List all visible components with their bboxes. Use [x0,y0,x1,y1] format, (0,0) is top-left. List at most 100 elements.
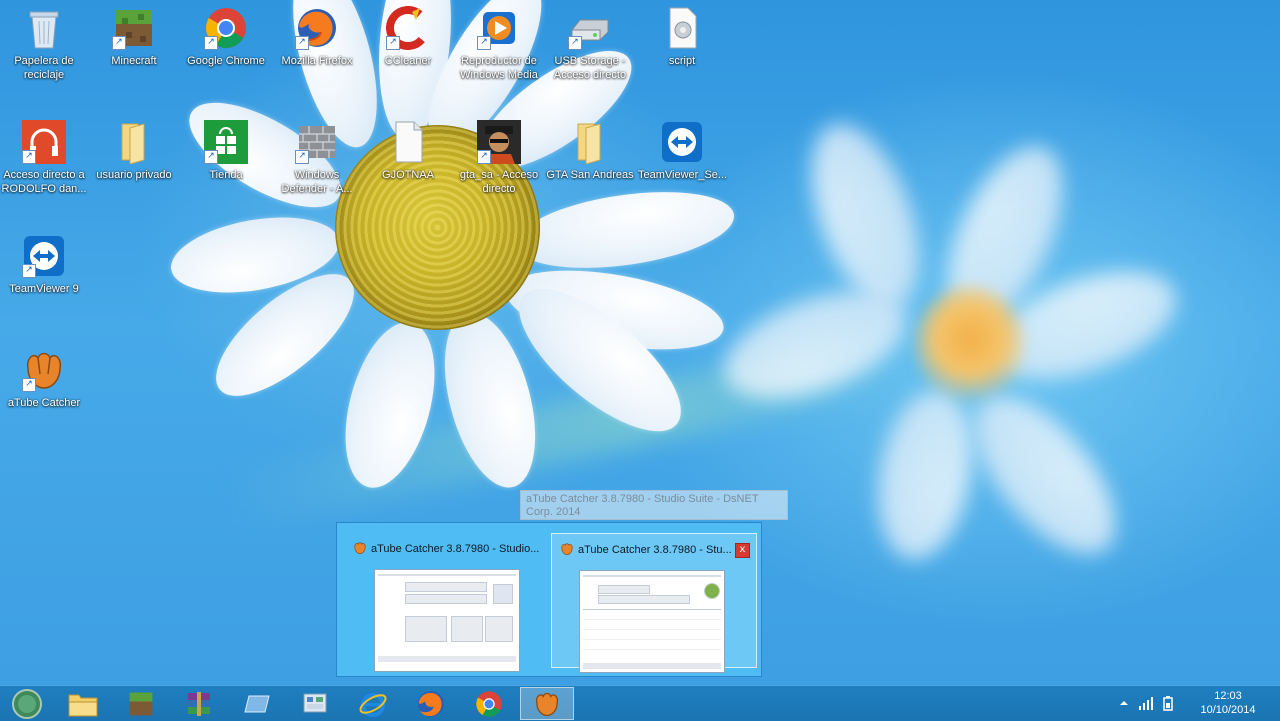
desktop-icon-label: CCleaner [384,55,432,67]
taskbar-chrome[interactable] [462,687,516,720]
desktop-icon-label: Windows Defender - A... [281,169,353,195]
taskbar-internet-explorer[interactable] [346,687,400,720]
desktop-icon-google-chrome[interactable]: ↗ Google Chrome [182,4,270,68]
thumbnail-title-row: aTube Catcher 3.8.7980 - Studio... [353,541,543,557]
shortcut-arrow-icon: ↗ [22,264,36,278]
taskbar-thumbnail-flyout: aTube Catcher 3.8.7980 - Studio... aTube… [336,522,762,677]
start-button[interactable] [0,687,54,720]
desktop-icon-label: Mozilla Firefox [281,55,353,67]
window-thumbnail-2[interactable]: aTube Catcher 3.8.7980 - Stu... x [551,533,757,673]
desktop-icon-label: Google Chrome [187,55,265,67]
taskbar: 12:03 10/10/2014 [0,685,1280,721]
preview-field [405,594,487,604]
desktop-icon-teamviewer-setup[interactable]: TeamViewer_Se... [638,118,728,182]
network-signal-icon[interactable] [1138,695,1154,711]
firefox-icon [418,690,444,717]
app-window-icon [244,695,270,712]
wallpaper-petal [865,383,985,567]
preview-statusbar [583,663,721,669]
desktop-icon-windows-media-player[interactable]: ↗ Reproductor de Windows Media [455,4,543,82]
shortcut-arrow-icon: ↗ [568,36,582,50]
taskbar-winrar[interactable] [172,687,226,720]
teamviewer-icon [662,122,702,162]
preview-group [485,616,513,642]
preview-menubar [378,574,516,576]
desktop-icon-label: GJOTNAA [382,169,434,181]
window-preview [374,569,520,672]
window-title-tooltip: aTube Catcher 3.8.7980 - Studio Suite - … [520,490,788,520]
desktop-icon-teamviewer-9[interactable]: ↗ TeamViewer 9 [0,232,88,296]
internet-explorer-icon [359,692,387,717]
desktop-icon-usuario-privado[interactable]: usuario privado [90,118,178,182]
preview-table-header [583,609,721,610]
shortcut-arrow-icon: ↗ [295,150,309,164]
desktop-icon-gjotnaa[interactable]: GJOTNAA [364,118,452,182]
recycle-bin-icon [29,11,59,49]
desktop-icon-gta-sa-shortcut[interactable]: ↗ gta_sa - Acceso directo [455,118,543,196]
desktop-icon-label: Tienda [209,169,243,181]
wallpaper-petal [790,110,940,320]
system-tray: 12:03 10/10/2014 [1110,686,1280,721]
desktop-icon-atube-catcher[interactable]: ↗ aTube Catcher [0,346,88,410]
shortcut-arrow-icon: ↗ [477,36,491,50]
shortcut-arrow-icon: ↗ [204,36,218,50]
desktop-icon-label: usuario privado [96,169,172,181]
taskbar-file-explorer[interactable] [56,687,110,720]
wallpaper-daisy-center [915,285,1025,405]
desktop-icon-minecraft[interactable]: ↗ Minecraft [90,4,178,68]
preview-table-row [583,629,721,630]
desktop-icon-mozilla-firefox[interactable]: ↗ Mozilla Firefox [273,4,361,68]
shortcut-arrow-icon: ↗ [295,36,309,50]
desktop-icon-rodolfo-shortcut[interactable]: ↗ Acceso directo a RODOLFO dan... [0,118,88,196]
preview-statusbar [378,656,516,662]
preview-field [405,582,487,592]
show-hidden-icons-chevron-icon[interactable] [1116,695,1132,711]
close-thumbnail-button[interactable]: x [735,543,750,558]
desktop-icon-label: GTA San Andreas [546,169,634,181]
desktop-icon-label: TeamViewer 9 [9,283,79,295]
start-button-icon [12,688,42,719]
preview-graphic [493,584,513,604]
desktop-icon-label: Minecraft [111,55,157,67]
minecraft-icon [129,692,153,715]
desktop-icon-tienda[interactable]: ↗ Tienda [182,118,270,182]
preview-graphic [704,583,720,599]
clock-time: 12:03 [1214,690,1242,702]
battery-power-icon[interactable] [1160,695,1176,711]
desktop-icon-gta-san-andreas[interactable]: GTA San Andreas [546,118,634,182]
preview-table-row [583,619,721,620]
preview-field [598,595,690,604]
preview-group [451,616,483,642]
chrome-icon [476,690,502,717]
taskbar-atube-catcher[interactable] [520,687,574,720]
preview-field [598,585,650,594]
taskbar-app-window[interactable] [230,687,284,720]
atube-catcher-icon [535,692,559,716]
desktop-icon-label: aTube Catcher [7,397,81,409]
window-thumbnail-1[interactable]: aTube Catcher 3.8.7980 - Studio... [345,533,551,672]
desktop-icon-label: Reproductor de Windows Media [460,55,538,81]
control-panel-icon [303,693,327,712]
taskbar-firefox[interactable] [404,687,458,720]
taskbar-control-panel[interactable] [288,687,342,720]
desktop-icon-ccleaner[interactable]: ↗ CCleaner [364,4,452,68]
preview-table-row [583,639,721,640]
desktop-icon-recycle-bin[interactable]: Papelera de reciclaje [0,4,88,82]
desktop-icon-script[interactable]: script [638,4,726,68]
atube-catcher-icon [354,542,366,555]
blank-file-icon [395,121,423,163]
folder-icon [121,123,145,164]
clock-date: 10/10/2014 [1200,704,1256,716]
taskbar-minecraft[interactable] [114,687,168,720]
shortcut-arrow-icon: ↗ [386,36,400,50]
shortcut-arrow-icon: ↗ [477,150,491,164]
desktop-icon-label: TeamViewer_Se... [638,169,728,181]
atube-catcher-icon [561,543,573,556]
desktop-icon-label: Acceso directo a RODOLFO dan... [1,169,87,195]
desktop-icon-windows-defender[interactable]: ↗ Windows Defender - A... [273,118,361,196]
desktop-icon-label: USB Storage - Acceso directo [553,55,627,81]
thumbnail-title-row: aTube Catcher 3.8.7980 - Stu... [560,542,748,558]
taskbar-clock[interactable]: 12:03 10/10/2014 [1196,689,1260,717]
shortcut-arrow-icon: ↗ [22,150,36,164]
desktop-icon-usb-storage[interactable]: ↗ USB Storage - Acceso directo [546,4,634,82]
